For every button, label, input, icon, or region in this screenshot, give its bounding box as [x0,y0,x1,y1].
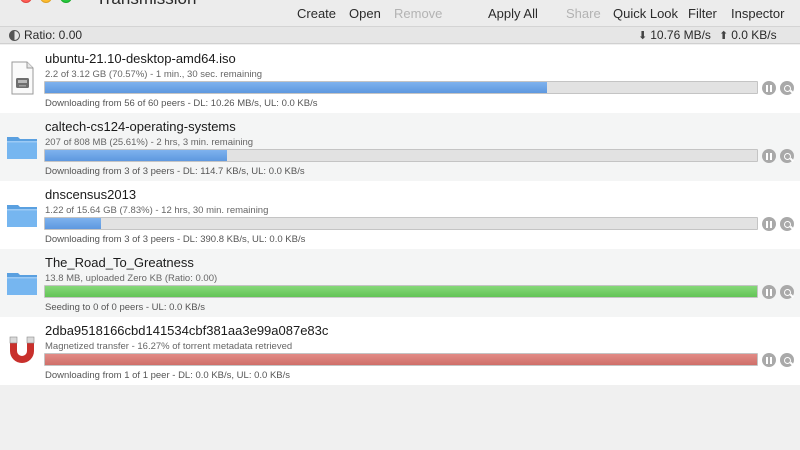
upload-rate: ⬆ 0.0 KB/s [719,28,777,42]
download-rate-text: 10.76 MB/s [650,28,711,42]
download-arrow-icon: ⬇ [638,29,648,42]
reveal-button[interactable] [780,217,794,231]
apply-all-button[interactable]: Apply All [488,6,538,21]
torrent-row[interactable]: caltech-cs124-operating-systems 207 of 8… [0,113,800,181]
folder-icon [7,205,37,227]
upload-rate-text: 0.0 KB/s [731,28,777,42]
torrent-name: dnscensus2013 [45,187,137,202]
progress-bar [44,285,758,298]
torrent-name: 2dba9518166cbd141534cbf381aa3e99a087e83c [45,323,329,338]
torrent-name: caltech-cs124-operating-systems [45,119,236,134]
window-title: Transmission [96,0,196,9]
progress-fill [45,354,757,365]
progress-bar [44,353,758,366]
progress-fill [45,218,101,229]
pause-button[interactable] [762,81,776,95]
toolbar: Transmission Create Open Remove Apply Al… [0,0,800,26]
magnet-icon [9,336,35,363]
reveal-button[interactable] [780,353,794,367]
torrent-progress-text: 2.2 of 3.12 GB (70.57%) - 1 min., 30 sec… [45,69,263,80]
reveal-button[interactable] [780,81,794,95]
torrent-status-text: Downloading from 3 of 3 peers - DL: 390.… [45,234,306,245]
window-close-button[interactable] [20,0,32,3]
magnifier-icon [783,152,791,160]
folder-icon [7,273,37,295]
inspector-button[interactable]: Inspector [731,6,784,21]
ratio-icon [9,29,20,41]
progress-bar [44,217,758,230]
torrent-name: ubuntu-21.10-desktop-amd64.iso [45,51,236,66]
magnifier-icon [783,220,791,228]
magnifier-icon [783,356,791,364]
torrent-progress-text: 1.22 of 15.64 GB (7.83%) - 12 hrs, 30 mi… [45,205,269,216]
upload-arrow-icon: ⬆ [719,29,729,42]
folder-icon [7,137,37,159]
disk-image-icon [11,61,34,95]
torrent-status-text: Downloading from 1 of 1 peer - DL: 0.0 K… [45,370,291,381]
filter-button[interactable]: Filter [688,6,717,21]
reveal-button[interactable] [780,285,794,299]
pause-icon [766,356,772,364]
magnifier-icon [783,84,791,92]
torrent-row[interactable]: The_Road_To_Greatness 13.8 MB, uploaded … [0,249,800,317]
torrent-status-text: Downloading from 56 of 60 peers - DL: 10… [45,98,318,109]
quick-look-button[interactable]: Quick Look [613,6,678,21]
reveal-button[interactable] [780,149,794,163]
status-bar: Ratio: 0.00 ⬇ 10.76 MB/s ⬆ 0.0 KB/s [0,26,800,44]
pause-icon [766,220,772,228]
pause-button[interactable] [762,149,776,163]
pause-button[interactable] [762,353,776,367]
torrent-row[interactable]: dnscensus2013 1.22 of 15.64 GB (7.83%) -… [0,181,800,249]
window-zoom-button[interactable] [60,0,72,3]
remove-button[interactable]: Remove [394,6,442,21]
torrent-status-text: Downloading from 3 of 3 peers - DL: 114.… [45,166,305,177]
share-button[interactable]: Share [566,6,601,21]
create-button[interactable]: Create [297,6,336,21]
pause-button[interactable] [762,285,776,299]
progress-fill [45,82,548,93]
progress-fill [45,286,757,297]
torrent-status-text: Seeding to 0 of 0 peers - UL: 0.0 KB/s [45,302,206,313]
magnifier-icon [783,288,791,296]
ratio-text: Ratio: 0.00 [24,28,83,42]
window-minimize-button[interactable] [40,0,52,3]
download-rate: ⬇ 10.76 MB/s [638,28,711,42]
torrent-progress-text: 207 of 808 MB (25.61%) - 2 hrs, 3 min. r… [45,137,254,148]
torrent-progress-text: 13.8 MB, uploaded Zero KB (Ratio: 0.00) [45,273,218,284]
torrent-progress-text: Magnetized transfer - 16.27% of torrent … [45,341,293,352]
torrent-row[interactable]: ubuntu-21.10-desktop-amd64.iso 2.2 of 3.… [0,45,800,113]
pause-icon [766,152,772,160]
pause-button[interactable] [762,217,776,231]
torrent-row[interactable]: 2dba9518166cbd141534cbf381aa3e99a087e83c… [0,317,800,385]
progress-bar [44,149,758,162]
progress-fill [45,150,228,161]
ratio-toggle[interactable]: Ratio: 0.00 [9,28,82,42]
pause-icon [766,84,772,92]
torrent-name: The_Road_To_Greatness [45,255,194,270]
open-button[interactable]: Open [349,6,381,21]
pause-icon [766,288,772,296]
progress-bar [44,81,758,94]
